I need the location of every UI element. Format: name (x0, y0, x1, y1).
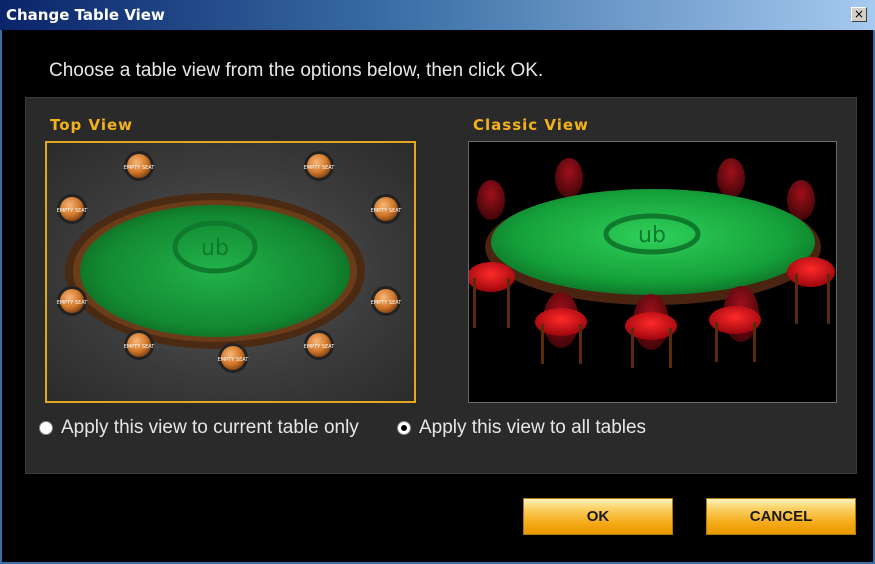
svg-text:EMPTY SEAT: EMPTY SEAT (57, 300, 89, 306)
close-icon: × (853, 7, 865, 21)
svg-text:EMPTY SEAT: EMPTY SEAT (304, 344, 336, 350)
apply-current-table-option[interactable]: Apply this view to current table only (39, 417, 359, 439)
top-logo-text: ub (201, 236, 229, 261)
svg-text:EMPTY SEAT: EMPTY SEAT (371, 300, 403, 306)
classic-logo-text: ub (638, 223, 666, 248)
top-view-image: ub EMPTY SEAT EMPTY SEAT EMPTY SEAT EMPT… (57, 151, 403, 373)
ok-button[interactable]: OK (523, 498, 673, 535)
svg-text:EMPTY SEAT: EMPTY SEAT (124, 344, 156, 350)
apply-current-radio[interactable] (39, 421, 53, 435)
classic-view-image: ub (469, 158, 835, 368)
top-view-label: Top View (50, 116, 134, 134)
window-title: Change Table View (6, 6, 165, 24)
title-bar: Change Table View × (0, 0, 875, 30)
cancel-button[interactable]: CANCEL (706, 498, 856, 535)
apply-all-radio[interactable] (397, 421, 411, 435)
close-button[interactable]: × (851, 7, 867, 22)
top-view-option[interactable]: ub EMPTY SEAT EMPTY SEAT EMPTY SEAT EMPT… (45, 141, 416, 403)
apply-current-label: Apply this view to current table only (61, 417, 359, 438)
classic-view-label: Classic View (473, 116, 589, 134)
svg-text:EMPTY SEAT: EMPTY SEAT (304, 165, 336, 171)
svg-text:EMPTY SEAT: EMPTY SEAT (218, 357, 250, 363)
apply-all-label: Apply this view to all tables (419, 417, 647, 438)
apply-all-tables-option[interactable]: Apply this view to all tables (397, 417, 646, 439)
instruction-text: Choose a table view from the options bel… (49, 60, 544, 81)
svg-text:EMPTY SEAT: EMPTY SEAT (371, 208, 403, 214)
svg-text:EMPTY SEAT: EMPTY SEAT (124, 165, 156, 171)
classic-view-option[interactable]: ub (468, 141, 837, 403)
svg-text:EMPTY SEAT: EMPTY SEAT (57, 208, 89, 214)
